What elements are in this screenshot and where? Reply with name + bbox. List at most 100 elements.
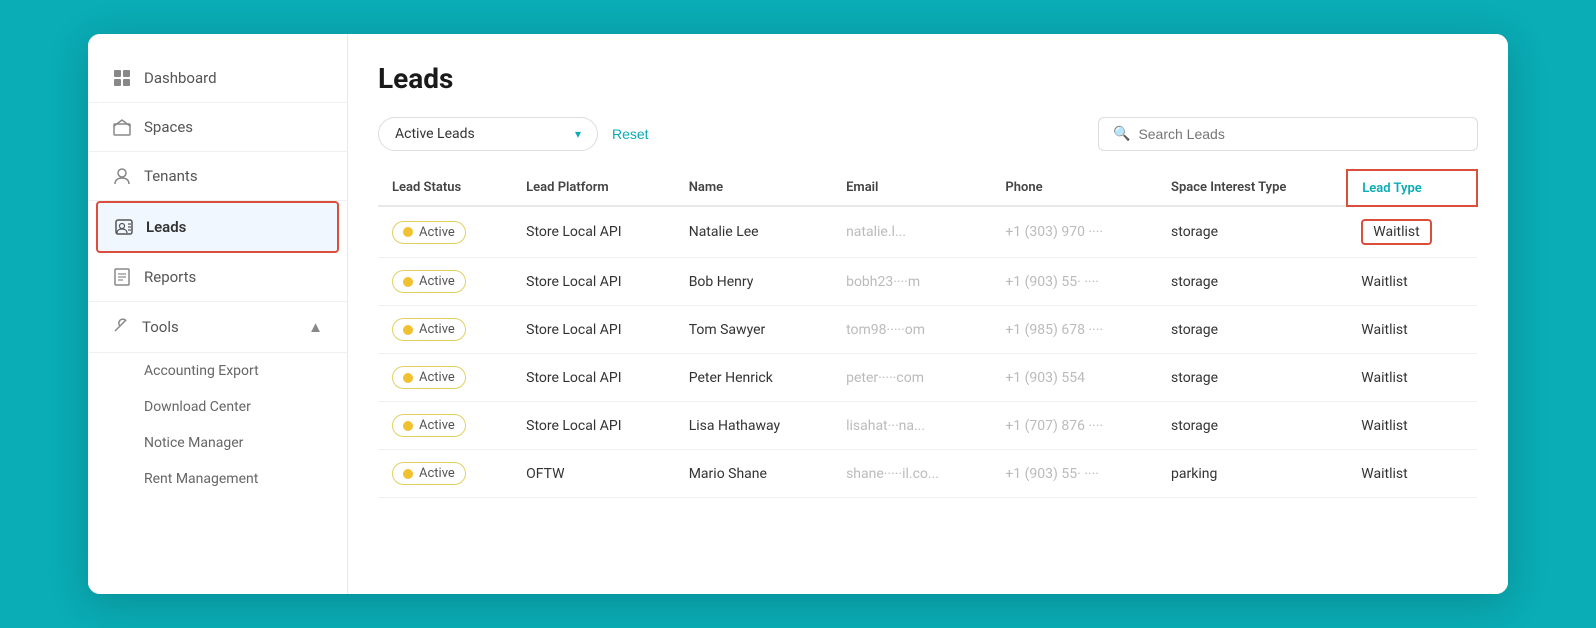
cell-lead-type: Waitlist: [1347, 258, 1477, 306]
sidebar-sub-download[interactable]: Download Center: [88, 389, 347, 425]
sidebar-item-dashboard[interactable]: Dashboard: [88, 54, 347, 103]
cell-space-type: parking: [1157, 450, 1347, 498]
cell-status: Active: [378, 450, 512, 498]
chevron-down-icon: ▾: [575, 127, 581, 141]
table-row[interactable]: Active OFTWMario Shaneshane·····il.co...+…: [378, 450, 1477, 498]
cell-phone: +1 (903) 55· ····: [991, 258, 1157, 306]
cell-lead-type: Waitlist: [1347, 354, 1477, 402]
cell-platform: Store Local API: [512, 402, 675, 450]
sidebar-item-reports[interactable]: Reports: [88, 253, 347, 302]
status-badge: Active: [392, 462, 466, 485]
cell-phone: +1 (903) 554: [991, 354, 1157, 402]
cell-phone: +1 (707) 876 ····: [991, 402, 1157, 450]
cell-name: Mario Shane: [675, 450, 832, 498]
cell-platform: Store Local API: [512, 258, 675, 306]
cell-status: Active: [378, 354, 512, 402]
cell-lead-type: Waitlist: [1347, 450, 1477, 498]
col-name: Name: [675, 170, 832, 206]
toolbar: Active Leads ▾ Reset 🔍: [378, 117, 1478, 151]
tools-chevron-icon: ▲: [308, 318, 323, 336]
status-badge: Active: [392, 270, 466, 293]
cell-lead-type: Waitlist: [1347, 306, 1477, 354]
cell-name: Natalie Lee: [675, 206, 832, 258]
status-dot-icon: [403, 277, 413, 287]
cell-lead-type: Waitlist: [1347, 402, 1477, 450]
dashboard-icon: [112, 68, 132, 88]
cell-space-type: storage: [1157, 402, 1347, 450]
table-row[interactable]: ActiveStore Local APIPeter Henrickpeter·…: [378, 354, 1477, 402]
sidebar-item-tenants[interactable]: Tenants: [88, 152, 347, 201]
sidebar-item-leads[interactable]: Leads: [96, 201, 339, 253]
col-phone: Phone: [991, 170, 1157, 206]
col-lead-type: Lead Type: [1347, 170, 1477, 206]
cell-status: Active: [378, 306, 512, 354]
cell-platform: OFTW: [512, 450, 675, 498]
cell-phone: +1 (903) 55· ····: [991, 450, 1157, 498]
cell-email: shane·····il.co...: [832, 450, 991, 498]
status-badge: Active: [392, 366, 466, 389]
cell-email: natalie.l...: [832, 206, 991, 258]
cell-name: Tom Sawyer: [675, 306, 832, 354]
table-row[interactable]: Active Store Local APIBob Henrybobh23····…: [378, 258, 1477, 306]
cell-space-type: storage: [1157, 206, 1347, 258]
sidebar-sub-accounting[interactable]: Accounting Export: [88, 353, 347, 389]
col-lead-status: Lead Status: [378, 170, 512, 206]
cell-lead-type: Waitlist: [1347, 206, 1477, 258]
leads-icon: [114, 217, 134, 237]
main-content: Leads Active Leads ▾ Reset 🔍 Lead Status…: [348, 34, 1508, 594]
table-row[interactable]: Active Store Local APINatalie Leenatalie.…: [378, 206, 1477, 258]
search-input[interactable]: [1138, 126, 1463, 142]
status-dot-icon: [403, 421, 413, 431]
col-space-interest-type: Space Interest Type: [1157, 170, 1347, 206]
status-badge: Active: [392, 318, 466, 341]
leads-table: Lead Status Lead Platform Name Email Pho…: [378, 169, 1478, 498]
tenants-icon: [112, 166, 132, 186]
cell-phone: +1 (985) 678 ····: [991, 306, 1157, 354]
sidebar-sub-rent[interactable]: Rent Management: [88, 461, 347, 497]
cell-platform: Store Local API: [512, 306, 675, 354]
cell-email: lisahat···na...: [832, 402, 991, 450]
sidebar-item-spaces-label: Spaces: [144, 118, 193, 136]
tools-icon: [112, 316, 130, 338]
sidebar-item-dashboard-label: Dashboard: [144, 69, 217, 87]
page-title: Leads: [378, 62, 1478, 95]
status-badge: Active: [392, 221, 466, 244]
col-email: Email: [832, 170, 991, 206]
status-dot-icon: [403, 325, 413, 335]
table-row[interactable]: Active Store Local APITom Sawyertom98····…: [378, 306, 1477, 354]
status-dot-icon: [403, 227, 413, 237]
cell-email: tom98·····om: [832, 306, 991, 354]
status-dot-icon: [403, 469, 413, 479]
cell-platform: Store Local API: [512, 206, 675, 258]
lead-type-waitlist-highlighted: Waitlist: [1361, 219, 1431, 245]
cell-platform: Store Local API: [512, 354, 675, 402]
cell-phone: +1 (303) 970 ····: [991, 206, 1157, 258]
cell-status: Active: [378, 258, 512, 306]
filter-dropdown[interactable]: Active Leads ▾: [378, 117, 598, 151]
sidebar-item-tools[interactable]: Tools ▲: [88, 302, 347, 353]
col-lead-platform: Lead Platform: [512, 170, 675, 206]
table-header-row: Lead Status Lead Platform Name Email Pho…: [378, 170, 1477, 206]
cell-space-type: storage: [1157, 306, 1347, 354]
sidebar-sub-notice[interactable]: Notice Manager: [88, 425, 347, 461]
sidebar-item-leads-label: Leads: [146, 218, 186, 236]
cell-space-type: storage: [1157, 354, 1347, 402]
sidebar-item-tools-label: Tools: [142, 318, 179, 336]
search-box: 🔍: [1098, 117, 1478, 151]
status-badge: Active: [392, 414, 466, 437]
cell-status: Active: [378, 206, 512, 258]
cell-email: bobh23····m: [832, 258, 991, 306]
cell-space-type: storage: [1157, 258, 1347, 306]
table-row[interactable]: ActiveStore Local APILisa Hathawaylisaha…: [378, 402, 1477, 450]
sidebar-item-reports-label: Reports: [144, 268, 196, 286]
cell-name: Peter Henrick: [675, 354, 832, 402]
sidebar-item-spaces[interactable]: Spaces: [88, 103, 347, 152]
reset-button[interactable]: Reset: [612, 126, 649, 142]
spaces-icon: [112, 117, 132, 137]
sidebar: Dashboard Spaces Tenants: [88, 34, 348, 594]
cell-status: Active: [378, 402, 512, 450]
status-dot-icon: [403, 373, 413, 383]
cell-name: Bob Henry: [675, 258, 832, 306]
reports-icon: [112, 267, 132, 287]
sidebar-item-tenants-label: Tenants: [144, 167, 198, 185]
